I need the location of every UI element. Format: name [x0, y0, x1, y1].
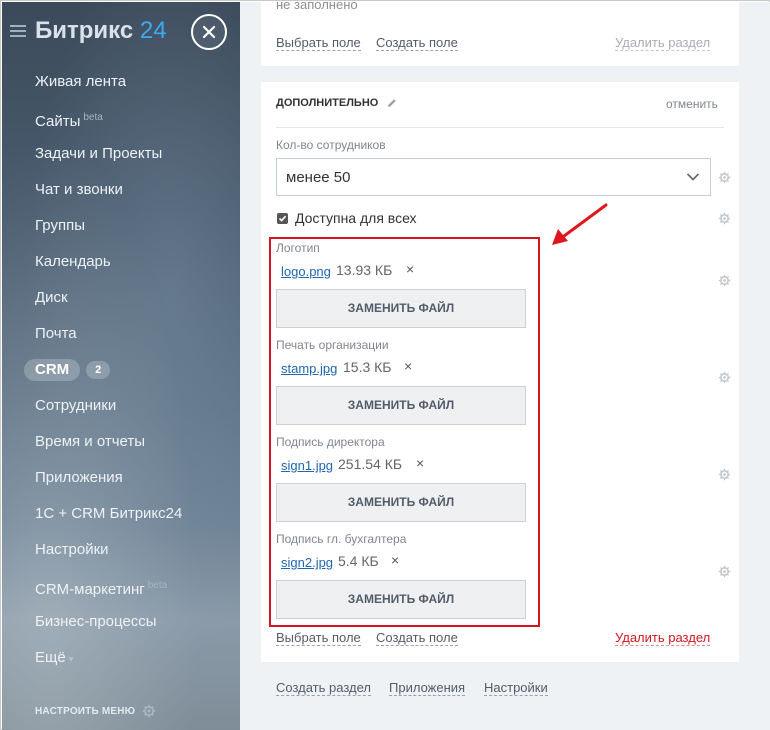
sidebar-item-employees[interactable]: Сотрудники [2, 388, 240, 424]
close-icon [202, 25, 216, 39]
sidebar-item-label: Сайты [35, 113, 81, 130]
sidebar: Битрикс 24 Живая лента Сайты beta Задачи … [2, 2, 240, 730]
sidebar-item-label: Ещё [35, 649, 66, 666]
delete-section-link[interactable]: Удалить раздел [615, 35, 711, 51]
sidebar-item-label: Календарь [35, 253, 111, 270]
create-field-link[interactable]: Создать поле [376, 630, 458, 646]
sidebar-item-label: Почта [35, 325, 77, 342]
sidebar-item-crm-marketing[interactable]: CRM-маркетинг beta [2, 568, 240, 604]
sidebar-item-label: 1С + CRM Битрикс24 [35, 505, 183, 522]
previous-section-card: не заполнено Выбрать поле Создать поле У… [261, 0, 739, 66]
gear-icon[interactable] [718, 171, 731, 184]
brand-name: Битрикс [35, 17, 134, 44]
sidebar-item-label: Время и отчеты [35, 433, 146, 450]
counter-badge: 2 [86, 361, 111, 379]
gear-icon[interactable] [718, 274, 731, 287]
sidebar-item-tasks[interactable]: Задачи и Проекты [2, 136, 240, 172]
gear-icon[interactable] [718, 468, 731, 481]
sidebar-item-disk[interactable]: Диск [2, 280, 240, 316]
beta-badge: beta [83, 112, 103, 123]
configure-menu-button[interactable]: НАСТРОИТЬ МЕНЮ [35, 706, 135, 717]
create-section-link[interactable]: Создать раздел [276, 680, 371, 696]
section-title: ДОПОЛНИТЕЛЬНО [276, 97, 379, 109]
sidebar-item-1c-crm[interactable]: 1С + CRM Битрикс24 [2, 496, 240, 532]
sidebar-item-settings[interactable]: Настройки [2, 532, 240, 568]
sidebar-item-label: Приложения [35, 469, 123, 486]
sidebar-item-feed[interactable]: Живая лента [2, 64, 240, 100]
sidebar-item-label: CRM [24, 359, 81, 381]
chevron-down-icon: ▾ [68, 654, 74, 664]
highlight-frame [269, 237, 540, 627]
employees-select-value: менее 50 [286, 169, 351, 186]
sidebar-item-mail[interactable]: Почта [2, 316, 240, 352]
sidebar-item-bizproc[interactable]: Бизнес-процессы [2, 604, 240, 640]
sidebar-item-sites[interactable]: Сайты beta [2, 100, 240, 136]
available-checkbox[interactable] [277, 213, 288, 224]
sidebar-item-calendar[interactable]: Календарь [2, 244, 240, 280]
sidebar-item-label: CRM-маркетинг [35, 581, 145, 598]
menu-icon[interactable] [10, 25, 26, 40]
sidebar-item-label: Диск [35, 289, 68, 306]
sidebar-item-groups[interactable]: Группы [2, 208, 240, 244]
brand-logo[interactable]: Битрикс 24 [35, 17, 167, 45]
arrow-icon [552, 203, 608, 245]
empty-value-text: не заполнено [276, 0, 358, 12]
employees-label: Кол-во сотрудников [276, 138, 386, 152]
divider [276, 127, 724, 128]
available-label[interactable]: Доступна для всех [295, 210, 417, 226]
choose-field-link[interactable]: Выбрать поле [276, 630, 361, 646]
brand-number: 24 [139, 17, 167, 44]
sidebar-item-label: Настройки [35, 541, 109, 558]
apps-link[interactable]: Приложения [389, 680, 466, 696]
sidebar-item-label: Чат и звонки [35, 181, 123, 198]
sidebar-item-label: Сотрудники [35, 397, 117, 414]
close-button[interactable] [191, 14, 227, 50]
sidebar-item-label: Группы [35, 217, 85, 234]
sidebar-item-more[interactable]: Ещё ▾ [2, 640, 240, 676]
sidebar-header: Битрикс 24 [2, 12, 240, 52]
sidebar-item-label: Живая лента [35, 73, 127, 90]
checkmark-icon [278, 215, 287, 222]
choose-field-link[interactable]: Выбрать поле [276, 35, 361, 51]
gear-icon[interactable] [718, 371, 731, 384]
settings-link[interactable]: Настройки [484, 680, 548, 696]
beta-badge: beta [147, 580, 168, 591]
sidebar-item-label: Задачи и Проекты [35, 145, 163, 162]
sidebar-item-label: Бизнес-процессы [35, 613, 157, 630]
delete-section-link[interactable]: Удалить раздел [615, 630, 711, 646]
sidebar-nav: Живая лента Сайты beta Задачи и Проекты Ч… [2, 64, 240, 676]
gear-icon[interactable] [718, 565, 731, 578]
cancel-link[interactable]: отменить [666, 97, 718, 111]
chevron-down-icon [686, 173, 700, 181]
sidebar-item-time[interactable]: Время и отчеты [2, 424, 240, 460]
employees-select[interactable]: менее 50 [276, 158, 711, 196]
sidebar-item-chat[interactable]: Чат и звонки [2, 172, 240, 208]
sidebar-item-crm[interactable]: CRM 2 [2, 352, 240, 388]
pencil-icon[interactable] [387, 98, 397, 108]
gear-icon[interactable] [718, 212, 731, 225]
create-field-link[interactable]: Создать поле [376, 35, 458, 51]
sidebar-item-apps[interactable]: Приложения [2, 460, 240, 496]
app-window: Битрикс 24 Живая лента Сайты beta Задачи … [0, 0, 770, 730]
gear-icon[interactable] [142, 704, 156, 718]
